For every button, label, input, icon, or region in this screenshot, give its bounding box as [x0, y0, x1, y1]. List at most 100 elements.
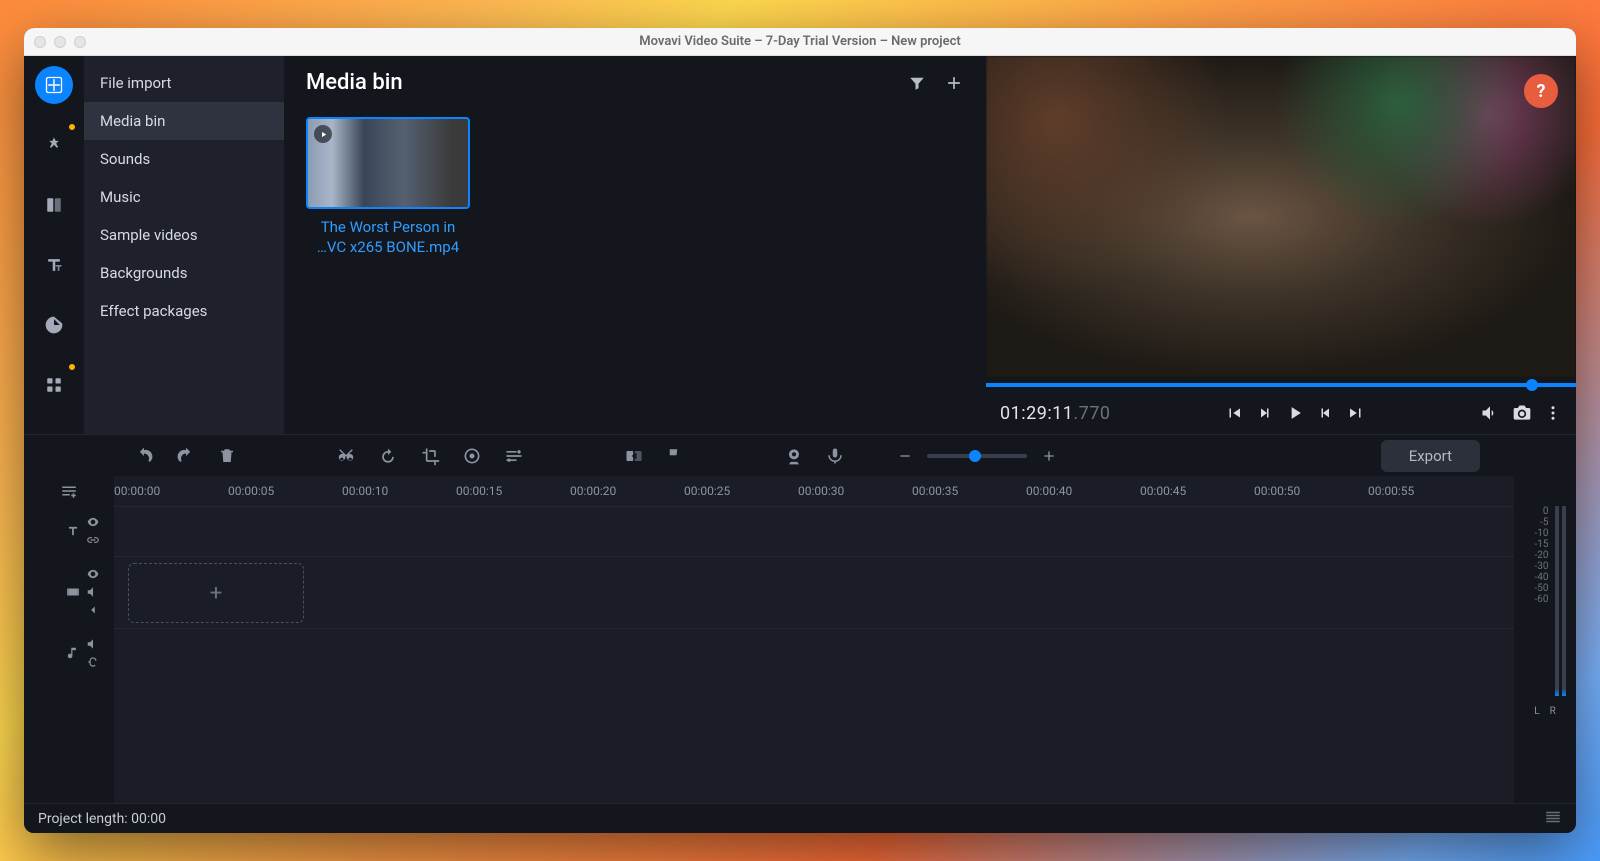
timeline: 00:00:0000:00:0500:00:1000:00:1500:00:20… — [24, 476, 1576, 803]
crop-icon[interactable] — [420, 446, 440, 466]
meter-scale-label: -60 — [1525, 594, 1549, 605]
sidebar-item-sample-videos[interactable]: Sample videos — [84, 216, 284, 254]
back-icon[interactable] — [86, 603, 100, 617]
app-body: File import Media bin Sounds Music Sampl… — [24, 56, 1576, 833]
rail-transitions-button[interactable] — [35, 186, 73, 224]
step-forward-icon[interactable] — [1317, 404, 1335, 422]
visibility-icon[interactable] — [86, 515, 100, 529]
snapshot-icon[interactable] — [1512, 403, 1532, 423]
ruler-tick: 00:00:00 — [114, 484, 160, 498]
preview-video[interactable]: ? — [986, 56, 1576, 378]
skip-back-icon[interactable] — [1225, 404, 1243, 422]
rail-more-button[interactable] — [35, 366, 73, 404]
zoom-knob-icon[interactable] — [969, 450, 981, 462]
ruler-tick: 00:00:35 — [912, 484, 958, 498]
meter-scale-label: -10 — [1525, 528, 1549, 539]
sidebar-item-sounds[interactable]: Sounds — [84, 140, 284, 178]
filter-icon[interactable] — [908, 74, 926, 92]
skip-forward-icon[interactable] — [1347, 404, 1365, 422]
rail-titles-button[interactable] — [35, 246, 73, 284]
meter-scale-label: -20 — [1525, 550, 1549, 561]
microphone-icon[interactable] — [826, 447, 844, 465]
meter-scale-label: -15 — [1525, 539, 1549, 550]
ruler-tick: 00:00:45 — [1140, 484, 1186, 498]
ruler-tick: 00:00:05 — [228, 484, 274, 498]
timeline-main: 00:00:0000:00:0500:00:1000:00:1500:00:20… — [114, 476, 1514, 803]
rail-import-button[interactable] — [35, 66, 73, 104]
media-bin-title: Media bin — [306, 70, 403, 95]
meter-scale: 0-5-10-15-20-30-40-50-60 — [1525, 506, 1549, 696]
drop-clip-placeholder[interactable]: + — [128, 563, 304, 623]
close-window-icon[interactable] — [34, 36, 46, 48]
clip-properties-icon[interactable] — [504, 446, 524, 466]
step-back-icon[interactable] — [1255, 404, 1273, 422]
volume-icon[interactable] — [1480, 403, 1500, 423]
ruler-tick: 00:00:25 — [684, 484, 730, 498]
track-labels — [24, 476, 114, 803]
app-window: Movavi Video Suite – 7-Day Trial Version… — [24, 28, 1576, 833]
webcam-icon[interactable] — [784, 446, 804, 466]
link-icon[interactable] — [86, 533, 100, 547]
meter-l-label: L — [1534, 706, 1539, 717]
media-clip[interactable]: The Worst Person in …VC x265 BONE.mp4 — [306, 117, 470, 257]
add-track-button[interactable] — [24, 476, 114, 506]
timeline-toolbar: Export — [24, 434, 1576, 476]
delete-icon[interactable] — [218, 447, 236, 465]
track-label-audio — [24, 628, 114, 678]
meter-scale-label: -50 — [1525, 583, 1549, 594]
audio-meters: 0-5-10-15-20-30-40-50-60 L R — [1514, 476, 1576, 803]
ruler-tick: 00:00:30 — [798, 484, 844, 498]
mute-icon[interactable] — [86, 637, 100, 651]
ruler-tick: 00:00:20 — [570, 484, 616, 498]
meter-bar-right — [1562, 506, 1566, 696]
ruler-tick: 00:00:55 — [1368, 484, 1414, 498]
clip-thumbnail[interactable] — [306, 117, 470, 209]
sidebar-item-media-bin[interactable]: Media bin — [84, 102, 284, 140]
zoom-in-icon[interactable] — [1041, 448, 1057, 464]
time-ruler[interactable]: 00:00:0000:00:0500:00:1000:00:1500:00:20… — [114, 476, 1514, 506]
help-button[interactable]: ? — [1524, 74, 1558, 108]
cut-icon[interactable] — [336, 446, 356, 466]
media-bin-panel: Media bin — [284, 56, 986, 434]
icon-rail — [24, 56, 84, 434]
color-adjust-icon[interactable] — [462, 446, 482, 466]
scrubber-handle-icon[interactable] — [1526, 379, 1538, 391]
sidebar-item-effect-packages[interactable]: Effect packages — [84, 292, 284, 330]
play-icon[interactable] — [1285, 403, 1305, 423]
rail-stickers-button[interactable] — [35, 306, 73, 344]
rail-effects-button[interactable] — [35, 126, 73, 164]
notification-dot-icon — [69, 124, 75, 130]
title-track[interactable] — [114, 506, 1514, 556]
ruler-tick: 00:00:10 — [342, 484, 388, 498]
redo-icon[interactable] — [176, 446, 196, 466]
meter-r-label: R — [1550, 706, 1556, 717]
preview-scrubber[interactable] — [986, 378, 1576, 392]
sidebar-item-file-import[interactable]: File import — [84, 64, 284, 102]
meter-scale-label: 0 — [1525, 506, 1549, 517]
mute-icon[interactable] — [86, 585, 100, 599]
export-button[interactable]: Export — [1381, 440, 1480, 472]
marker-icon[interactable] — [666, 447, 684, 465]
track-label-titles — [24, 506, 114, 556]
status-bar: Project length: 00:00 — [24, 803, 1576, 833]
clip-filename: The Worst Person in …VC x265 BONE.mp4 — [306, 218, 470, 257]
add-media-icon[interactable] — [944, 73, 964, 93]
minimize-window-icon[interactable] — [54, 36, 66, 48]
visibility-icon[interactable] — [86, 567, 100, 581]
sidebar-item-music[interactable]: Music — [84, 178, 284, 216]
more-icon[interactable] — [1544, 404, 1562, 422]
zoom-window-icon[interactable] — [74, 36, 86, 48]
timecode-display: 01:29:11.770 — [1000, 403, 1111, 424]
preview-controls: 01:29:11.770 — [986, 392, 1576, 434]
zoom-slider[interactable] — [927, 454, 1027, 458]
view-grid-icon[interactable] — [1544, 808, 1562, 830]
preview-pane: ? 01:29:11.770 — [986, 56, 1576, 434]
zoom-out-icon[interactable] — [897, 448, 913, 464]
transition-wizard-icon[interactable] — [624, 446, 644, 466]
link-icon[interactable] — [86, 655, 100, 669]
rotate-icon[interactable] — [378, 446, 398, 466]
sidebar-item-backgrounds[interactable]: Backgrounds — [84, 254, 284, 292]
audio-track[interactable] — [114, 628, 1514, 678]
video-track[interactable]: + — [114, 556, 1514, 628]
undo-icon[interactable] — [134, 446, 154, 466]
